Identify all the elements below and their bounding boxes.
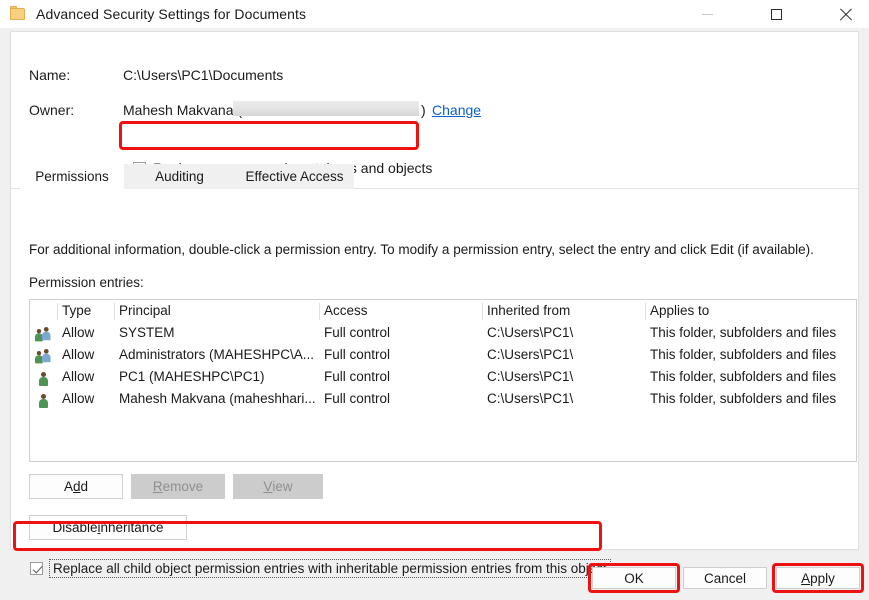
change-owner-link[interactable]: Change [432, 102, 481, 118]
owner-paren-close: ) [421, 102, 426, 118]
add-button[interactable]: Add [29, 474, 123, 499]
column-header-access: Access [324, 303, 368, 318]
cell-access: Full control [324, 391, 390, 406]
cell-applies-to: This folder, subfolders and files [650, 391, 836, 406]
cell-applies-to: This folder, subfolders and files [650, 369, 836, 384]
add-button-label: A [64, 479, 73, 494]
cell-principal: Mahesh Makvana (maheshhari... [119, 391, 316, 406]
close-icon [839, 8, 852, 21]
cell-inherited-from: C:\Users\PC1\ [487, 347, 573, 362]
folder-icon [10, 6, 26, 22]
replace-all-label: Replace all child object permission entr… [49, 559, 611, 578]
minimize-button[interactable] [684, 0, 730, 28]
column-header-applies-to: Applies to [650, 303, 709, 318]
maximize-button[interactable] [753, 0, 799, 28]
advanced-security-settings-dialog: Advanced Security Settings for Documents… [0, 0, 869, 600]
permission-entries-table[interactable]: Type Principal Access Inherited from App… [29, 299, 857, 462]
column-header-type: Type [62, 303, 91, 318]
column-header-principal: Principal [119, 303, 171, 318]
disable-inheritance-label: Disable [52, 520, 97, 535]
minimize-icon [702, 14, 713, 15]
info-text: For additional information, double-click… [29, 242, 814, 257]
cancel-button[interactable]: Cancel [683, 567, 767, 589]
tab-effective-access[interactable]: Effective Access [235, 164, 354, 189]
cell-access: Full control [324, 347, 390, 362]
column-header-inherited-from: Inherited from [487, 303, 570, 318]
table-row[interactable]: Allow PC1 (MAHESHPC\PC1) Full control C:… [30, 368, 856, 390]
ok-button[interactable]: OK [592, 567, 676, 589]
cell-principal: SYSTEM [119, 325, 175, 340]
apply-button-label: A [801, 571, 810, 586]
replace-all-checkbox[interactable] [30, 562, 43, 575]
remove-button-label: R [153, 479, 163, 494]
user-icon [35, 393, 53, 409]
change-link-rest: hange [442, 102, 481, 118]
table-row[interactable]: Allow Administrators (MAHESHPC\A... Full… [30, 346, 856, 368]
table-header-row: Type Principal Access Inherited from App… [30, 300, 856, 324]
apply-button[interactable]: Apply [776, 567, 860, 589]
tab-strip: Permissions Auditing Effective Access [12, 164, 859, 189]
cell-access: Full control [324, 369, 390, 384]
title-bar: Advanced Security Settings for Documents [0, 0, 869, 28]
cell-principal: Administrators (MAHESHPC\A... [119, 347, 314, 362]
cell-applies-to: This folder, subfolders and files [650, 325, 836, 340]
disable-inheritance-button[interactable]: Disable inheritance [29, 515, 187, 540]
cell-principal: PC1 (MAHESHPC\PC1) [119, 369, 265, 384]
permission-entries-label: Permission entries: [29, 275, 144, 290]
group-icon [35, 327, 53, 343]
close-button[interactable] [822, 0, 868, 28]
cell-inherited-from: C:\Users\PC1\ [487, 369, 573, 384]
remove-button[interactable]: Remove [131, 474, 225, 499]
view-button-label: V [263, 479, 272, 494]
cell-type: Allow [62, 325, 94, 340]
replace-all-checkbox-row[interactable]: Replace all child object permission entr… [30, 559, 611, 578]
cell-type: Allow [62, 369, 94, 384]
cell-access: Full control [324, 325, 390, 340]
name-label: Name: [29, 67, 70, 83]
cell-inherited-from: C:\Users\PC1\ [487, 325, 573, 340]
owner-value: Mahesh Makvana ( [123, 102, 242, 118]
dialog-content-panel: Name: C:\Users\PC1\Documents Owner: Mahe… [10, 31, 859, 550]
table-row[interactable]: Allow SYSTEM Full control C:\Users\PC1\ … [30, 324, 856, 346]
group-icon [35, 349, 53, 365]
maximize-icon [771, 9, 782, 20]
name-value: C:\Users\PC1\Documents [123, 67, 283, 83]
change-link-accel: C [432, 102, 442, 118]
cell-inherited-from: C:\Users\PC1\ [487, 391, 573, 406]
owner-redacted-bar [233, 101, 419, 116]
owner-label: Owner: [29, 102, 74, 118]
table-row[interactable]: Allow Mahesh Makvana (maheshhari... Full… [30, 390, 856, 412]
cell-type: Allow [62, 391, 94, 406]
view-button[interactable]: View [233, 474, 323, 499]
cell-type: Allow [62, 347, 94, 362]
cell-applies-to: This folder, subfolders and files [650, 347, 836, 362]
tab-permissions[interactable]: Permissions [20, 164, 124, 189]
window-title: Advanced Security Settings for Documents [36, 6, 306, 22]
user-icon [35, 371, 53, 387]
tab-auditing[interactable]: Auditing [124, 164, 235, 189]
